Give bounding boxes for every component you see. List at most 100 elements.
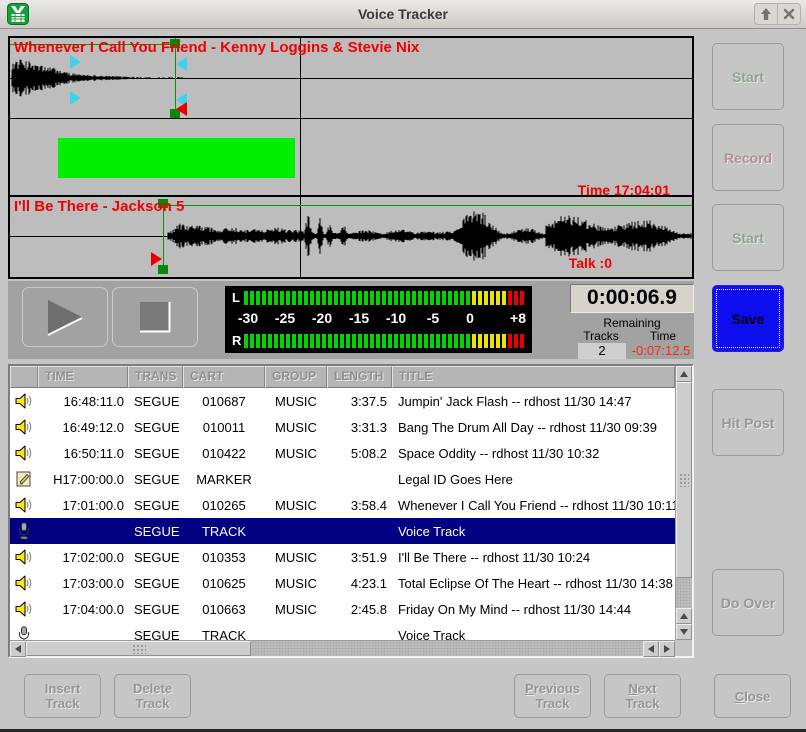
cell-c2: SEGUE [128,446,183,461]
scroll-up-button-2[interactable] [676,608,692,624]
scroll-right-button[interactable] [659,641,675,657]
log-row[interactable]: 17:04:00.0SEGUE010663MUSIC2:45.8Friday O… [10,596,675,622]
segue-marker-icon[interactable] [151,252,162,266]
log-table: TIMETRANSCARTGROUPLENGTHTITLE 16:48:11.0… [8,364,694,658]
vu-segment [436,334,440,348]
window-controls [754,3,801,25]
column-header-title[interactable]: TITLE [392,366,675,388]
vu-segment [310,291,314,305]
vu-scale-tick: -15 [349,310,369,326]
maximize-button[interactable] [755,4,777,24]
delete-track-button[interactable]: DeleteTrack [114,674,191,718]
cell-c4: MUSIC [265,550,327,565]
vu-segment [376,334,380,348]
scroll-left-button-2[interactable] [643,641,659,657]
vu-meter: L -30-25-20-15-10-50+8 R [225,286,532,353]
horizontal-scrollbar[interactable] [10,640,675,656]
remaining-time-label: Time [632,329,694,343]
hit-post-button[interactable]: Hit Post [712,389,784,456]
log-row[interactable]: 17:03:00.0SEGUE010625MUSIC4:23.1Total Ec… [10,570,675,596]
waveform-panel[interactable]: Whenever I Call You Friend - Kenny Loggi… [8,36,694,279]
cell-c5: 5:08.2 [327,446,392,461]
log-row[interactable]: 16:50:11.0SEGUE010422MUSIC5:08.2Space Od… [10,440,675,466]
log-row[interactable]: 17:02:00.0SEGUE010353MUSIC3:51.9I'll Be … [10,544,675,570]
vu-segment [478,334,482,348]
log-row[interactable]: 17:01:00.0SEGUE010265MUSIC3:58.4Whenever… [10,492,675,518]
vu-segment [478,291,482,305]
vu-segment [280,334,284,348]
vu-segment [484,334,488,348]
vu-segment [520,291,524,305]
insert-track-button[interactable]: InsertTrack [24,674,101,718]
log-row[interactable]: 16:48:11.0SEGUE010687MUSIC3:37.5Jumpin' … [10,388,675,414]
start-2-button[interactable]: Start [712,204,784,271]
close-window-button[interactable] [777,4,800,24]
column-header-length[interactable]: LENGTH [327,366,392,388]
voice-track-bar[interactable] [58,138,295,178]
scroll-down-button[interactable] [676,624,692,640]
horizontal-scroll-track[interactable] [251,641,643,656]
vu-segment [346,291,350,305]
vu-segment [268,334,272,348]
record-button[interactable]: Record [712,124,784,191]
voice-tracker-window: Voice Tracker Whenever I Call You Friend… [0,0,806,732]
stop-button[interactable] [112,287,198,347]
log-row[interactable]: SEGUETRACKVoice Track [10,518,675,544]
cell-c1: 17:02:00.0 [38,550,128,565]
vu-segment [328,334,332,348]
play-button[interactable] [22,287,108,347]
vertical-scroll-thumb[interactable] [676,382,692,578]
stop-icon [135,297,175,337]
vu-scale-tick: -10 [386,310,406,326]
vu-segment [376,291,380,305]
vu-segment [514,291,518,305]
vu-segment [292,291,296,305]
left-arrow-icon [15,645,21,653]
track3-title: I'll Be There - Jackson 5 [14,198,184,215]
column-header-group[interactable]: GROUP [265,366,327,388]
vu-segment [472,291,476,305]
fade-marker-icon[interactable] [176,57,187,71]
vu-segment [394,291,398,305]
vu-left-channel-label: L [232,291,240,305]
remaining-headers: Tracks Time [570,329,694,343]
fade-marker-icon[interactable] [70,91,81,105]
vu-segment [286,334,290,348]
segue-marker-icon[interactable] [176,102,187,116]
cell-c1: 16:49:12.0 [38,420,128,435]
start-1-button[interactable]: Start [712,43,784,110]
log-row[interactable]: 16:49:12.0SEGUE010011MUSIC3:31.3Bang The… [10,414,675,440]
cell-c2: SEGUE [128,550,183,565]
up-arrow-icon [680,371,688,377]
vu-segment [400,291,404,305]
vu-segment [418,334,422,348]
column-header-icon[interactable] [10,366,38,388]
log-row[interactable]: H17:00:00.0SEGUEMARKERLegal ID Goes Here [10,466,675,492]
vertical-scrollbar[interactable] [675,366,692,640]
start-handle-bottom-icon[interactable] [158,265,168,274]
vu-segment [394,334,398,348]
horizontal-scroll-thumb[interactable] [26,641,251,656]
vu-segment [310,334,314,348]
cell-c6: Whenever I Call You Friend -- rdhost 11/… [392,498,675,513]
cell-c1: 17:04:00.0 [38,602,128,617]
save-button[interactable]: Save [712,285,784,352]
vu-segment [364,334,368,348]
do-over-button[interactable]: Do Over [712,569,784,636]
scroll-left-button[interactable] [10,641,26,657]
vertical-scroll-track[interactable] [676,578,692,608]
cell-c3: 010265 [183,498,265,513]
column-header-time[interactable]: TIME [38,366,128,388]
cell-c3: 010011 [183,420,265,435]
previous-track-button[interactable]: PreviousTrack [514,674,591,718]
column-header-cart[interactable]: CART [183,366,265,388]
column-header-trans[interactable]: TRANS [128,366,183,388]
vu-segment [520,334,524,348]
next-track-button[interactable]: NextTrack [604,674,681,718]
close-button[interactable]: Close [714,674,791,718]
fade-marker-icon[interactable] [70,55,81,69]
scroll-up-button[interactable] [676,366,692,382]
vu-scale-tick: -30 [238,310,258,326]
vu-segment [388,334,392,348]
vu-scale-tick: -20 [312,310,332,326]
